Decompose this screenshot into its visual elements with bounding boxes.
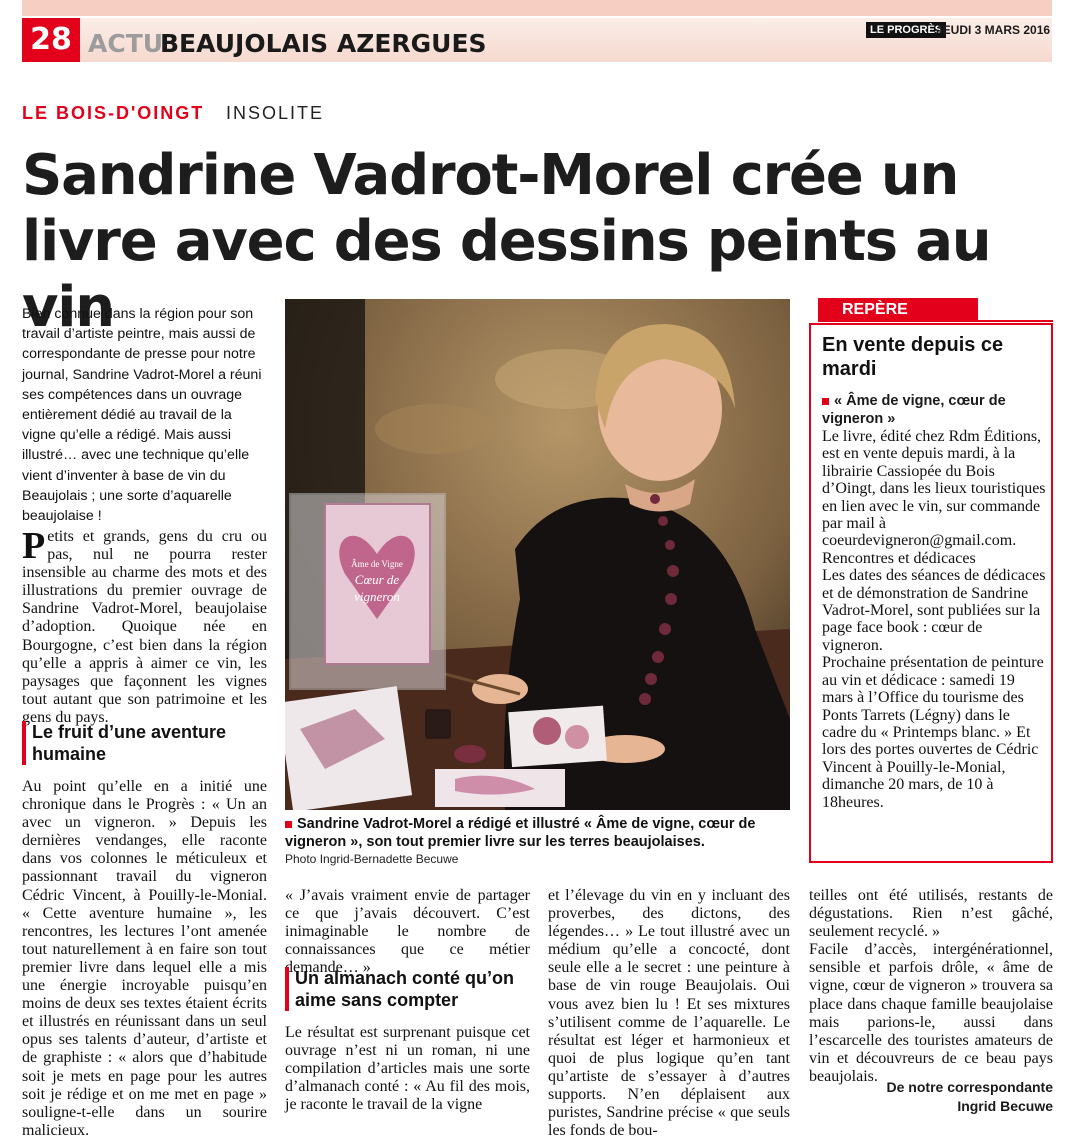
sidebar-tag-rule [978, 320, 1053, 322]
photo-illustration: Âme de Vigne Cœur de vigneron [285, 299, 790, 810]
page-number: 28 [22, 18, 80, 62]
bullet-square-icon [822, 397, 829, 405]
drop-cap: P [22, 525, 46, 567]
article-paragraph-4: Le résultat est surprenant puisque cet o… [285, 1024, 530, 1114]
signature-line-1: De notre correspondante [886, 1079, 1053, 1095]
article-location: LE BOIS-D'OINGT [22, 103, 205, 123]
bullet-square-icon [285, 820, 292, 828]
sidebar-text: Le livre, édité chez Rdm Éditions, est e… [822, 428, 1046, 811]
book-label-3: vigneron [354, 589, 400, 604]
sidebar-text-3: Les dates des séances de dédicaces et de… [822, 567, 1046, 654]
article-paragraph-5: et l’élevage du vin en y incluant des pr… [548, 887, 790, 1140]
sidebar-subtitle: « Âme de vigne, cœur de vigneron » [822, 392, 1044, 428]
article-paragraph-1: P etits et grands, gens du cru ou pas, n… [22, 525, 267, 727]
book-label-2: Cœur de [355, 572, 400, 587]
article-photo: Âme de Vigne Cœur de vigneron [285, 299, 790, 810]
section-prefix: ACTU [88, 29, 164, 58]
sidebar-text-2: Rencontres et dédicaces [822, 549, 976, 567]
photo-caption-text: Sandrine Vadrot-Morel a rédigé et illust… [285, 816, 756, 850]
book-label-1: Âme de Vigne [351, 559, 403, 569]
sidebar-tag: REPÈRE [818, 298, 978, 322]
sidebar-text-4: Prochaine présentation de peinture au vi… [822, 654, 1044, 811]
photo-caption: Sandrine Vadrot-Morel a rédigé et illust… [285, 815, 790, 851]
sidebar-subtitle-text: « Âme de vigne, cœur de vigneron » [822, 393, 1006, 427]
paragraph-1-text: etits et grands, gens du cru ou pas, nul… [22, 528, 267, 726]
article-paragraph-6: teilles ont été utilisés, restants de dé… [809, 887, 1053, 941]
newspaper-logo: LE PROGRÈS [866, 22, 947, 38]
article-paragraph-7: Facile d’accès, intergénérationnel, sens… [809, 941, 1053, 1085]
subheading-1: Le fruit d’une aventure humaine [22, 721, 262, 765]
article-kicker: INSOLITE [226, 103, 325, 123]
subheading-2: Un almanach conté qu’on aime sans compte… [285, 967, 535, 1011]
section-name: BEAUJOLAIS AZERGUES [160, 29, 487, 58]
photo-credit: Photo Ingrid-Bernadette Becuwe [285, 852, 459, 866]
sidebar-title: En vente depuis ce mardi [822, 334, 1004, 380]
article-signature: De notre correspondante Ingrid Becuwe [809, 1078, 1053, 1116]
signature-line-2: Ingrid Becuwe [957, 1098, 1053, 1114]
article-paragraph-2: Au point qu’elle en a initié une chroniq… [22, 778, 267, 1139]
publication-date: JEUDI 3 MARS 2016 [936, 23, 1051, 37]
article-paragraph-6-7: teilles ont été utilisés, restants de dé… [809, 887, 1053, 1086]
sidebar-text-1: Le livre, édité chez Rdm Éditions, est e… [822, 428, 1046, 550]
article-paragraph-3: « J’avais vraiment envie de partager ce … [285, 887, 530, 977]
top-color-band [22, 0, 1052, 16]
article-lead: Bien connue dans la région pour son trav… [22, 306, 262, 525]
